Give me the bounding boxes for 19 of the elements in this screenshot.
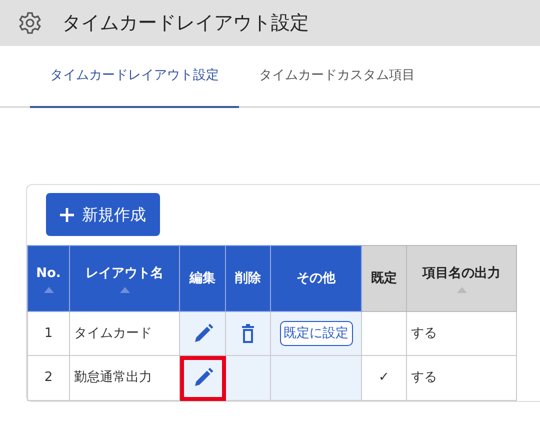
table-cell: する (406, 356, 516, 400)
set-default-button[interactable]: 既定に設定 (280, 320, 352, 346)
column-header: 編集 (180, 246, 226, 312)
settings-icon[interactable] (18, 11, 42, 35)
column-header[interactable]: レイアウト名 (70, 246, 180, 312)
column-header: 削除 (226, 246, 270, 312)
page-title: タイムカードレイアウト設定 (62, 10, 309, 36)
tab[interactable]: タイムカードレイアウト設定 (30, 46, 239, 108)
table-cell: 1 (28, 312, 70, 356)
column-header[interactable]: 項目名の出力 (406, 246, 516, 312)
new-button[interactable]: 新規作成 (46, 193, 160, 236)
check-mark: ✓ (378, 370, 390, 386)
column-header: その他 (270, 246, 362, 312)
column-header[interactable]: No. (28, 246, 70, 312)
table-cell: 2 (28, 356, 70, 400)
column-header: 既定 (362, 246, 406, 312)
tab[interactable]: タイムカードカスタム項目 (239, 46, 435, 108)
table-cell: する (406, 312, 516, 356)
plus-icon (60, 208, 74, 222)
